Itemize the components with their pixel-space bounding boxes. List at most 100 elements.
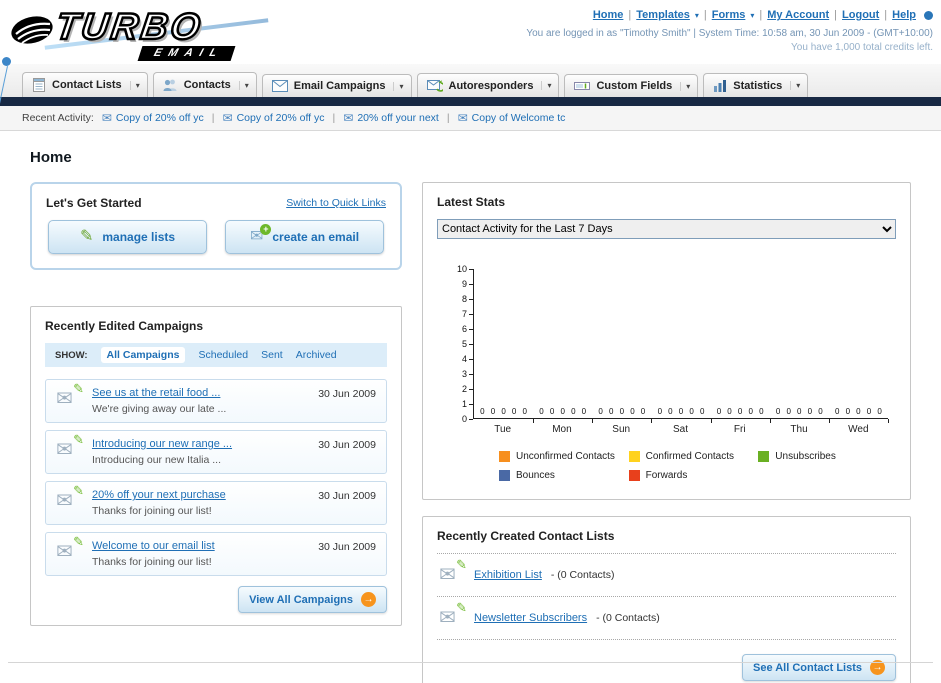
manage-lists-label: manage lists (102, 230, 176, 244)
separator: | (446, 112, 450, 124)
envelope-icon: ✉ (343, 111, 354, 125)
y-axis-label: 5 (462, 339, 473, 349)
nav-tab-email-campaigns[interactable]: Email Campaigns ▾ (261, 74, 412, 97)
filter-archived[interactable]: Archived (296, 349, 337, 361)
top-link-forms[interactable]: Forms (712, 9, 746, 21)
header-right: Home | Templates ▾ | Forms ▾ | My Account … (526, 6, 933, 64)
nav-tab-label: Contacts (183, 79, 231, 91)
x-axis-label: Tue (494, 424, 512, 435)
envelope-icon: ✉ (457, 111, 468, 125)
x-axis-label: Fri (733, 424, 746, 435)
recent-activity-link[interactable]: Copy of 20% off yc (116, 112, 204, 124)
header: TURBO EMAIL Home | Templates ▾ | Forms ▾ |… (0, 0, 941, 64)
statistics-icon (713, 79, 727, 92)
filter-sent[interactable]: Sent (261, 349, 283, 361)
campaign-row: ✉ ✎ See us at the retail food ... We're g… (45, 379, 387, 423)
chart-legend: Unconfirmed Contacts Confirmed Contacts Un… (499, 451, 888, 481)
left-column: Let's Get Started Switch to Quick Links … (30, 182, 402, 626)
nav-tab-contact-lists[interactable]: Contact Lists ▾ (22, 72, 148, 97)
chart-x-axis: Tue Mon Sun Sat Fri Thu Wed (473, 419, 888, 435)
show-label: SHOW: (55, 349, 88, 361)
create-email-button[interactable]: ✉ + create an email (225, 220, 384, 254)
legend-item: Confirmed Contacts (628, 451, 759, 462)
recent-activity-bar: Recent Activity: ✉ Copy of 20% off yc | … (0, 106, 941, 131)
y-axis-label: 1 (462, 399, 473, 409)
x-axis-label: Mon (552, 424, 572, 435)
nav-tab-label: Custom Fields (596, 80, 673, 92)
envelope-plus-icon: ✉ + (250, 224, 272, 245)
nav-tab-custom-fields[interactable]: Custom Fields ▾ (564, 74, 699, 97)
view-all-campaigns-button[interactable]: View All Campaigns → (238, 586, 387, 613)
recently-edited-campaigns-panel: Recently Edited Campaigns SHOW: All Camp… (30, 306, 402, 626)
footer-divider (8, 662, 933, 663)
nav-tab-label: Autoresponders (448, 79, 534, 92)
separator: | (834, 9, 838, 21)
separator: | (759, 9, 763, 21)
top-link-templates[interactable]: Templates (636, 9, 690, 21)
separator: | (332, 112, 336, 124)
autoresponders-icon (426, 79, 443, 92)
y-axis-label: 2 (462, 384, 473, 394)
chevron-down-icon: ▾ (694, 10, 699, 20)
app-logo[interactable]: TURBO EMAIL (10, 5, 300, 62)
help-dot-icon (924, 10, 933, 20)
campaign-title-link[interactable]: 20% off your next purchase (92, 489, 308, 501)
chevron-down-icon[interactable]: ▾ (238, 80, 249, 90)
edit-campaign-icon: ✉ ✎ (56, 483, 84, 512)
x-axis-label: Thu (790, 424, 808, 435)
contact-list-name-link[interactable]: Newsletter Subscribers (474, 612, 587, 624)
recent-activity-label: Recent Activity: (22, 112, 94, 124)
legend-item: Unsubscribes (758, 451, 888, 462)
legend-swatch (499, 470, 510, 481)
separator: | (628, 9, 632, 21)
legend-item: Bounces (499, 470, 629, 481)
chevron-down-icon[interactable]: ▾ (680, 81, 690, 91)
legend-item: Forwards (628, 470, 759, 481)
nav-tab-statistics[interactable]: Statistics ▾ (703, 73, 809, 97)
bar-chart: 0 1 2 3 4 5 6 7 8 9 10 000000000000000000000000000… (451, 264, 889, 481)
chart-groups: 00000 00000 00000 00000 00000 00000 00000 (474, 407, 888, 416)
chart-value-group: 00000 (834, 407, 882, 416)
recent-activity-link[interactable]: Copy of 20% off yc (237, 112, 325, 124)
legend-swatch (628, 451, 640, 462)
top-link-my-account[interactable]: My Account (767, 9, 829, 21)
contact-list-row: ✉ ✎ Exhibition List - (0 Contacts) (437, 554, 896, 597)
recent-activity-link[interactable]: 20% off your next (357, 112, 439, 124)
chart-value-group: 00000 (598, 407, 646, 416)
campaign-title-link[interactable]: Introducing our new range ... (92, 438, 308, 450)
manage-lists-button[interactable]: ✎ manage lists (48, 220, 207, 254)
chevron-down-icon[interactable]: ▾ (393, 81, 404, 91)
contact-list: ✉ ✎ Exhibition List - (0 Contacts) ✉ ✎ New… (437, 553, 896, 640)
chevron-down-icon[interactable]: ▾ (790, 81, 800, 90)
chart-plot: 00000 00000 00000 00000 00000 00000 00000 (473, 269, 889, 423)
contacts-icon (163, 78, 178, 92)
chevron-down-icon[interactable]: ▾ (129, 80, 140, 90)
top-link-help[interactable]: Help (892, 9, 916, 21)
nav-tab-autoresponders[interactable]: Autoresponders ▾ (416, 73, 560, 97)
see-all-contact-lists-label: See All Contact Lists (752, 661, 862, 674)
custom-fields-icon (574, 80, 591, 92)
nav-tab-contacts[interactable]: Contacts ▾ (152, 72, 257, 97)
chart-y-axis: 0 1 2 3 4 5 6 7 8 9 10 (451, 264, 473, 424)
contact-lists-icon (32, 78, 46, 92)
filter-scheduled[interactable]: Scheduled (198, 349, 248, 361)
campaign-row: ✉ ✎ Welcome to our email list Thanks for … (45, 532, 387, 576)
recent-activity-link[interactable]: Copy of Welcome tc (472, 112, 566, 124)
create-email-label: create an email (272, 230, 360, 244)
top-link-home[interactable]: Home (593, 9, 624, 21)
top-link-logout[interactable]: Logout (842, 9, 879, 21)
logo-title-text: TURBO (52, 5, 207, 49)
campaign-title-link[interactable]: Welcome to our email list (92, 540, 308, 552)
switch-quick-links-link[interactable]: Switch to Quick Links (286, 197, 386, 209)
campaign-row: ✉ ✎ 20% off your next purchase Thanks for… (45, 481, 387, 525)
chevron-down-icon[interactable]: ▾ (541, 81, 551, 90)
filter-all-campaigns[interactable]: All Campaigns (100, 347, 186, 363)
chart-value-group: 00000 (480, 407, 527, 416)
stats-period-select[interactable]: Contact Activity for the Last 7 Days (437, 219, 896, 239)
see-all-contact-lists-button[interactable]: See All Contact Lists → (741, 654, 896, 681)
contact-list-name-link[interactable]: Exhibition List (474, 569, 542, 581)
campaign-title-link[interactable]: See us at the retail food ... (92, 387, 308, 399)
email-campaigns-icon (271, 80, 288, 92)
legend-label: Unsubscribes (775, 451, 836, 462)
recent-activity-item: ✉ Copy of 20% off yc (102, 111, 204, 125)
